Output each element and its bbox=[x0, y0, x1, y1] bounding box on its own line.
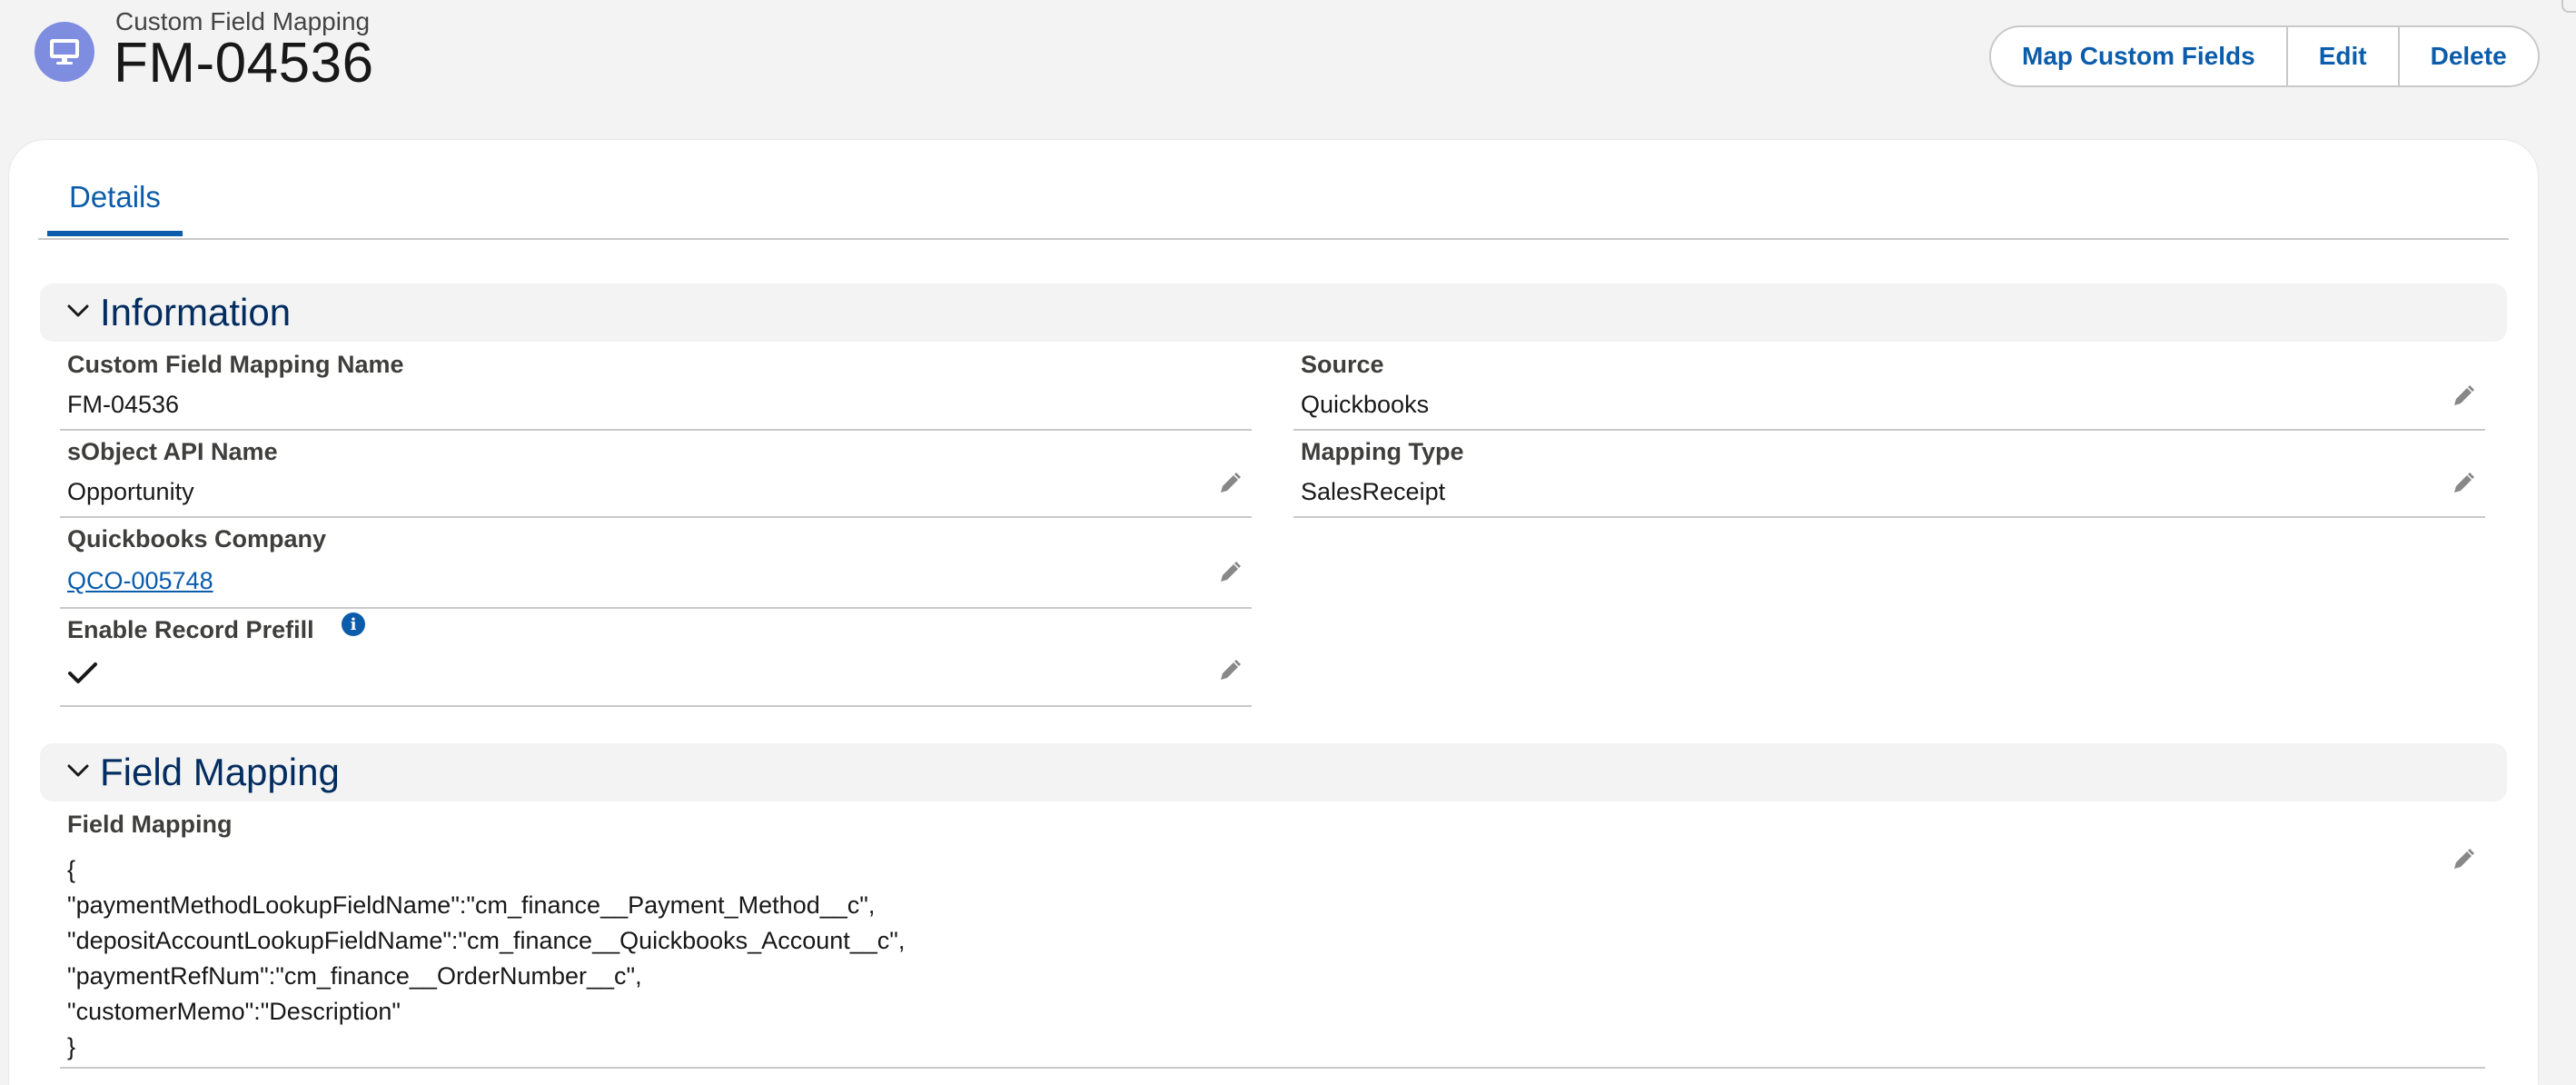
field-quickbooks-company: Quickbooks Company QCO-005748 bbox=[60, 525, 1252, 609]
field-enable-record-prefill: Enable Record Prefill i bbox=[60, 612, 1252, 707]
section-header-field-mapping[interactable]: Field Mapping bbox=[40, 743, 2507, 801]
field-label: sObject API Name bbox=[67, 438, 278, 465]
field-source: Source Quickbooks bbox=[1293, 351, 2485, 431]
tab-details[interactable]: Details bbox=[47, 180, 183, 236]
map-custom-fields-button[interactable]: Map Custom Fields bbox=[1991, 27, 2288, 85]
delete-button[interactable]: Delete bbox=[2400, 27, 2538, 85]
tab-bar: Details bbox=[38, 140, 2509, 240]
field-label: Mapping Type bbox=[1301, 438, 1464, 465]
json-line: "paymentMethodLookupFieldName":"cm_finan… bbox=[67, 891, 876, 919]
pencil-edit-icon[interactable] bbox=[1217, 471, 1243, 496]
window-corner-decoration bbox=[2561, 0, 2576, 13]
field-label: Enable Record Prefill bbox=[67, 616, 314, 643]
record-header: Custom Field Mapping FM-04536 Map Custom… bbox=[0, 0, 2576, 136]
section-title: Field Mapping bbox=[100, 751, 340, 793]
field-label: Quickbooks Company bbox=[67, 525, 327, 552]
json-line: { bbox=[67, 856, 76, 883]
section-header-information[interactable]: Information bbox=[40, 284, 2507, 342]
json-line: "depositAccountLookupFieldName":"cm_fina… bbox=[67, 927, 906, 954]
field-field-mapping: Field Mapping { "paymentMethodLookupFiel… bbox=[60, 811, 2485, 1069]
pencil-edit-icon[interactable] bbox=[2451, 471, 2476, 496]
field-custom-field-mapping-name: Custom Field Mapping Name FM-04536 bbox=[60, 351, 1252, 431]
field-value: FM-04536 bbox=[67, 391, 180, 418]
field-label: Custom Field Mapping Name bbox=[67, 351, 404, 378]
json-line: "paymentRefNum":"cm_finance__OrderNumber… bbox=[67, 962, 642, 990]
field-value: SalesReceipt bbox=[1301, 478, 1446, 505]
chevron-down-icon bbox=[67, 304, 89, 317]
json-line: "customerMemo":"Description" bbox=[67, 998, 401, 1025]
edit-button[interactable]: Edit bbox=[2288, 27, 2400, 85]
chevron-down-icon bbox=[67, 764, 89, 777]
field-sobject-api-name: sObject API Name Opportunity bbox=[60, 438, 1252, 518]
record-detail-card: Details Information Custom Field Mapping… bbox=[9, 140, 2538, 1085]
desktop-monitor-icon bbox=[35, 22, 94, 82]
pencil-edit-icon[interactable] bbox=[2451, 383, 2476, 409]
pencil-edit-icon[interactable] bbox=[1217, 658, 1243, 683]
section-title: Information bbox=[100, 291, 292, 333]
field-mapping-json-value: { "paymentMethodLookupFieldName":"cm_fin… bbox=[67, 852, 905, 1065]
field-label: Field Mapping bbox=[67, 811, 233, 838]
field-value: Opportunity bbox=[67, 478, 194, 505]
quickbooks-company-link[interactable]: QCO-005748 bbox=[67, 567, 213, 595]
field-value: Quickbooks bbox=[1301, 391, 1430, 418]
field-label: Source bbox=[1301, 351, 1384, 378]
pencil-edit-icon[interactable] bbox=[2451, 847, 2476, 872]
pencil-edit-icon[interactable] bbox=[1217, 560, 1243, 585]
json-line: } bbox=[67, 1033, 76, 1060]
action-button-group: Map Custom Fields Edit Delete bbox=[1989, 25, 2540, 87]
record-title: FM-04536 bbox=[114, 32, 374, 95]
field-mapping-type: Mapping Type SalesReceipt bbox=[1293, 438, 2485, 518]
checkmark-icon bbox=[68, 662, 97, 683]
info-icon[interactable]: i bbox=[342, 612, 365, 636]
